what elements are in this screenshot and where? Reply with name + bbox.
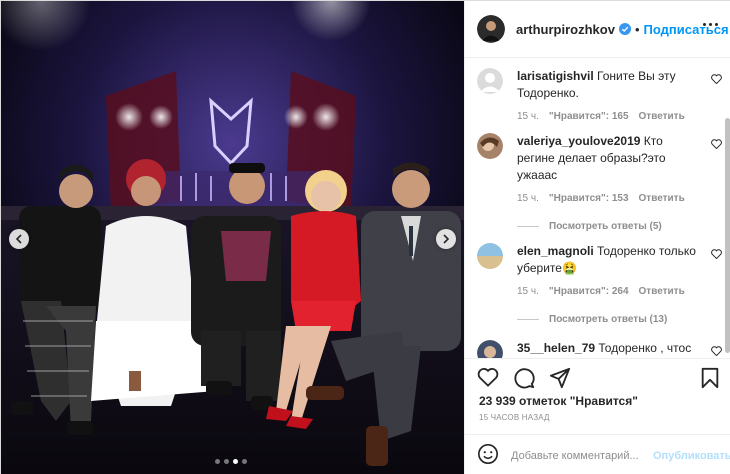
commenter-avatar[interactable] [477,340,503,358]
carousel-next-button[interactable] [436,229,456,249]
comment-body: 35__helen_79 Тодоренко , чтоc [517,340,697,357]
view-replies-button[interactable]: Посмотреть ответы (5) [517,221,722,232]
comment-likes[interactable]: "Нравится": 264 [549,286,629,297]
comment-likes[interactable]: "Нравится": 165 [549,111,629,122]
comments-list[interactable]: larisatigishvil Гоните Вы эту Тодоренко.… [465,58,730,358]
carousel-dot-active[interactable] [233,459,238,464]
comment-time[interactable]: 15 ч. [517,286,539,297]
comment-icon[interactable] [513,367,535,392]
post-time[interactable]: 15 ЧАСОВ НАЗАД [479,413,550,422]
comment-item: larisatigishvil Гоните Вы эту Тодоренко.… [477,68,722,122]
comment-username[interactable]: valeriya_youlove2019 [517,134,640,148]
share-icon[interactable] [549,367,571,392]
comment-like-heart-icon[interactable] [711,344,722,358]
comment-item: valeriya_youlove2019 Кто регине делает о… [477,133,722,232]
comment-like-heart-icon[interactable] [711,137,722,152]
comment-body: elen_magnoli Тодоренко только уберите🤮 [517,243,697,277]
publish-button[interactable]: Опубликовать [653,450,730,462]
chevron-right-icon [443,234,450,244]
post-header: arthurpirozhkov • Подписаться [465,1,730,58]
comment-meta: 15 ч. "Нравится": 264 Ответить [517,286,722,297]
author-avatar[interactable] [477,15,505,43]
post-dialog: arthurpirozhkov • Подписаться larisatigi… [0,0,730,474]
commenter-avatar[interactable] [477,243,503,269]
comment-text: Тодоренко , чтоc [598,341,692,355]
carousel-dot[interactable] [242,459,247,464]
bookmark-icon[interactable] [700,367,720,392]
view-replies-button[interactable]: Посмотреть ответы (13) [517,314,722,325]
author-avatar-image [477,15,505,43]
header-separator: • [634,21,640,37]
commenter-avatar[interactable] [477,133,503,159]
comments-scrollbar[interactable] [725,118,730,353]
emoji-smile-icon[interactable] [477,443,499,468]
comment-reply-button[interactable]: Ответить [639,286,685,297]
comment-meta: 15 ч. "Нравится": 153 Ответить [517,193,722,204]
comment-time[interactable]: 15 ч. [517,193,539,204]
post-side-panel: arthurpirozhkov • Подписаться larisatigi… [464,1,730,474]
comment-meta: 15 ч. "Нравится": 165 Ответить [517,111,722,122]
carousel-dots [215,459,247,464]
comment-body: valeriya_youlove2019 Кто регине делает о… [517,133,697,184]
heart-icon[interactable] [477,367,499,392]
post-actions: 23 939 отметок "Нравится" 15 ЧАСОВ НАЗАД… [465,358,730,474]
chevron-left-icon [15,234,22,244]
action-icons [477,367,571,392]
carousel-dot[interactable] [215,459,220,464]
verified-badge-icon [618,23,631,35]
add-comment-form: Опубликовать [465,434,730,474]
likes-count[interactable]: 23 939 отметок "Нравится" [479,394,638,408]
comment-like-heart-icon[interactable] [711,72,722,87]
comment-like-heart-icon[interactable] [711,247,722,262]
comment-item: elen_magnoli Тодоренко только уберите🤮 1… [477,243,722,325]
post-photo [1,1,464,474]
comment-likes[interactable]: "Нравится": 153 [549,193,629,204]
default-avatar-icon[interactable] [477,68,503,94]
replies-line [517,226,539,227]
comment-username[interactable]: elen_magnoli [517,244,594,258]
carousel-dot[interactable] [224,459,229,464]
view-replies-label: Посмотреть ответы (13) [549,314,668,325]
author-username[interactable]: arthurpirozhkov [516,22,615,37]
comment-reply-button[interactable]: Ответить [639,111,685,122]
comment-username[interactable]: larisatigishvil [517,69,594,83]
carousel-prev-button[interactable] [9,229,29,249]
comment-time[interactable]: 15 ч. [517,111,539,122]
view-replies-label: Посмотреть ответы (5) [549,221,662,232]
more-options-icon[interactable] [703,23,718,26]
replies-line [517,319,539,320]
comment-reply-button[interactable]: Ответить [639,193,685,204]
comment-body: larisatigishvil Гоните Вы эту Тодоренко. [517,68,697,102]
comment-username[interactable]: 35__helen_79 [517,341,595,355]
comment-item: 35__helen_79 Тодоренко , чтоc [477,340,722,358]
stage-photo-illustration [1,1,464,474]
comment-input[interactable] [511,449,653,462]
